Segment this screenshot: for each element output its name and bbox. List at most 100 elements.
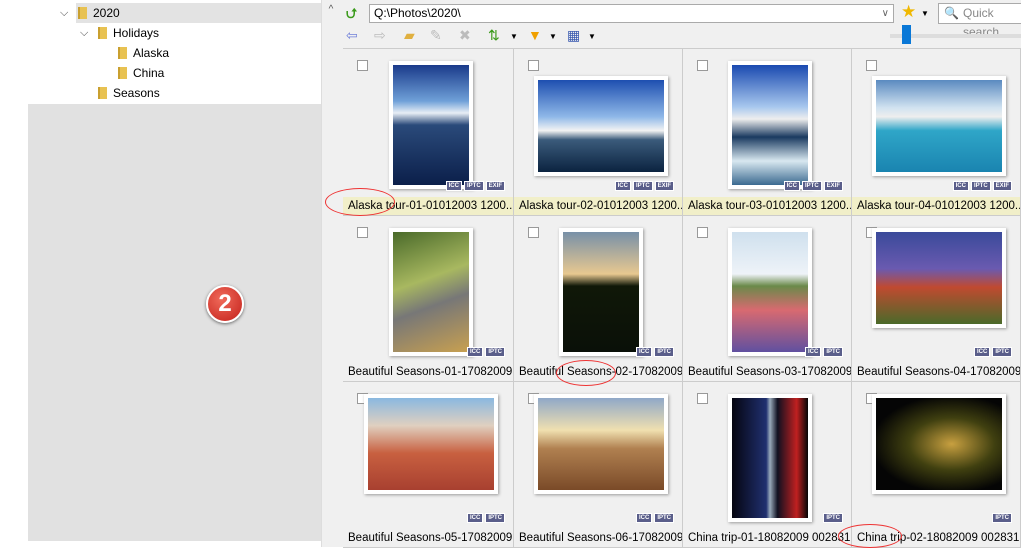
photo-thumbnail[interactable] <box>534 394 668 494</box>
thumbnail-caption: China trip-01-18082009 002831... <box>688 532 851 544</box>
thumbnail-caption: Beautiful Seasons-05-17082009... <box>348 532 513 544</box>
metadata-tags: ICC IPTC <box>973 347 1012 357</box>
iptc-badge: IPTC <box>632 181 653 191</box>
sort-icon[interactable]: ⇅ <box>488 27 500 43</box>
photo-thumbnail[interactable] <box>364 394 498 494</box>
favorites-star-icon[interactable]: ★ <box>901 3 916 20</box>
tree-item-holidays[interactable]: ⌵ Holidays <box>80 23 159 43</box>
photo-thumbnail[interactable] <box>559 228 643 356</box>
annotation-ellipse <box>556 360 616 386</box>
folder-icon <box>98 87 107 99</box>
address-text: Q:\Photos\2020\ <box>374 6 461 20</box>
chevron-down-icon[interactable]: ⌵ <box>60 3 72 23</box>
icc-badge: ICC <box>973 347 991 357</box>
folder-icon <box>78 7 87 19</box>
metadata-tags: ICC IPTC EXIF <box>445 181 505 191</box>
iptc-badge: IPTC <box>654 513 674 523</box>
metadata-tags: ICC IPTC EXIF <box>614 181 674 191</box>
photo-thumbnail[interactable] <box>389 61 473 189</box>
tree-item-alaska[interactable]: Alaska <box>100 43 169 63</box>
metadata-tags: ICC IPTC <box>466 347 505 357</box>
icc-badge: ICC <box>635 347 653 357</box>
thumbnail-tile[interactable]: IPTC China trip-01-18082009 002831... <box>683 382 852 548</box>
icc-badge: ICC <box>635 513 653 523</box>
folder-icon <box>98 27 107 39</box>
select-checkbox[interactable] <box>357 227 368 238</box>
iptc-badge: IPTC <box>463 181 484 191</box>
thumbnail-tile[interactable]: ICC IPTC Beautiful Seasons-04-17082009... <box>852 216 1021 382</box>
metadata-tags: ICC IPTC <box>635 513 674 523</box>
tree-item-2020[interactable]: ⌵ 2020 <box>60 3 120 23</box>
tree-item-label: Seasons <box>113 86 160 100</box>
select-checkbox[interactable] <box>528 227 539 238</box>
new-folder-icon[interactable]: ▰ <box>404 27 415 43</box>
chevron-down-icon[interactable]: ⌵ <box>80 23 92 43</box>
photo-thumbnail[interactable] <box>872 228 1006 328</box>
photo-thumbnail[interactable] <box>728 228 812 356</box>
photo-thumbnail[interactable] <box>872 76 1006 176</box>
icc-badge: ICC <box>783 181 800 191</box>
thumbnail-tile[interactable]: ICC IPTC Beautiful Seasons-05-17082009... <box>343 382 514 548</box>
photo-thumbnail[interactable] <box>534 76 668 176</box>
rename-icon[interactable]: ✎ <box>430 27 442 43</box>
sort-dropdown-icon[interactable]: ▼ <box>510 29 518 45</box>
metadata-tags: ICC IPTC <box>635 347 674 357</box>
select-checkbox[interactable] <box>697 60 708 71</box>
thumbnail-tile[interactable]: ICC IPTC Beautiful Seasons-06-17082009... <box>514 382 683 548</box>
tree-item-label: Holidays <box>113 26 160 40</box>
thumbnail-tile[interactable]: ICC IPTC EXIF Alaska tour-03-01012003 1200… <box>683 49 852 216</box>
thumbnail-tile[interactable]: ICC IPTC Beautiful Seasons-03-17082009... <box>683 216 852 382</box>
metadata-tags: ICC IPTC <box>466 513 505 523</box>
thumbnail-tile[interactable]: IPTC China trip-02-18082009 002831... <box>852 382 1021 548</box>
thumbnail-tile[interactable]: ICC IPTC EXIF Alaska tour-04-01012003 1200… <box>852 49 1021 216</box>
back-icon[interactable]: ⇦ <box>346 27 358 43</box>
view-dropdown-icon[interactable]: ▼ <box>588 29 596 45</box>
photo-thumbnail[interactable] <box>872 394 1006 494</box>
exif-badge: EXIF <box>654 181 674 191</box>
select-checkbox[interactable] <box>357 60 368 71</box>
favorites-dropdown-icon[interactable]: ▼ <box>921 6 929 22</box>
up-folder-icon[interactable]: ⮍ <box>346 5 357 21</box>
slider-thumb[interactable] <box>902 25 911 44</box>
tree-item-label: Alaska <box>133 46 170 60</box>
tree-item-label: China <box>133 66 165 80</box>
iptc-badge: IPTC <box>992 513 1012 523</box>
select-checkbox[interactable] <box>528 60 539 71</box>
filter-icon[interactable]: ▼ <box>528 27 542 43</box>
thumbnail-caption: Beautiful Seasons-06-17082009... <box>519 532 682 544</box>
tree-item-seasons[interactable]: Seasons <box>80 83 160 103</box>
photo-thumbnail[interactable] <box>389 228 473 356</box>
chevron-down-icon[interactable]: ∨ <box>882 5 889 22</box>
quick-search-input[interactable]: 🔍 Quick search <box>938 3 1021 39</box>
scroll-up-icon[interactable]: ^ <box>322 4 340 15</box>
thumbnail-tile[interactable]: ICC IPTC EXIF Alaska tour-02-01012003 1200… <box>514 49 683 216</box>
photo-thumbnail[interactable] <box>728 61 812 189</box>
metadata-tags: IPTC <box>823 513 843 523</box>
folder-icon <box>118 67 127 79</box>
icc-badge: ICC <box>445 181 462 191</box>
tree-scrollbar[interactable]: ^ <box>321 0 340 547</box>
icc-badge: ICC <box>614 181 631 191</box>
thumbnail-caption: Beautiful Seasons-03-17082009... <box>688 366 851 378</box>
photo-thumbnail[interactable] <box>728 394 812 522</box>
iptc-badge: IPTC <box>654 347 674 357</box>
select-checkbox[interactable] <box>866 60 877 71</box>
filter-dropdown-icon[interactable]: ▼ <box>549 29 557 45</box>
forward-icon[interactable]: ⇨ <box>374 27 386 43</box>
search-icon: 🔍 <box>944 6 959 20</box>
delete-icon[interactable]: ✖ <box>459 27 471 43</box>
select-checkbox[interactable] <box>697 227 708 238</box>
iptc-badge: IPTC <box>992 347 1012 357</box>
tree-item-label: 2020 <box>93 6 120 20</box>
icc-badge: ICC <box>952 181 969 191</box>
metadata-tags: ICC IPTC <box>804 347 843 357</box>
thumbnail-tile[interactable]: ICC IPTC Beautiful Seasons-01-17082009... <box>343 216 514 382</box>
select-checkbox[interactable] <box>697 393 708 404</box>
icc-badge: ICC <box>804 347 822 357</box>
thumbnail-tile[interactable]: ICC IPTC Beautiful Seasons-02-17082009... <box>514 216 683 382</box>
view-mode-icon[interactable]: ▦ <box>567 27 580 43</box>
tree-item-china[interactable]: China <box>100 63 164 83</box>
address-bar[interactable]: Q:\Photos\2020\ ∨ <box>369 4 894 23</box>
folder-icon <box>118 47 127 59</box>
annotation-ellipse <box>838 524 902 548</box>
